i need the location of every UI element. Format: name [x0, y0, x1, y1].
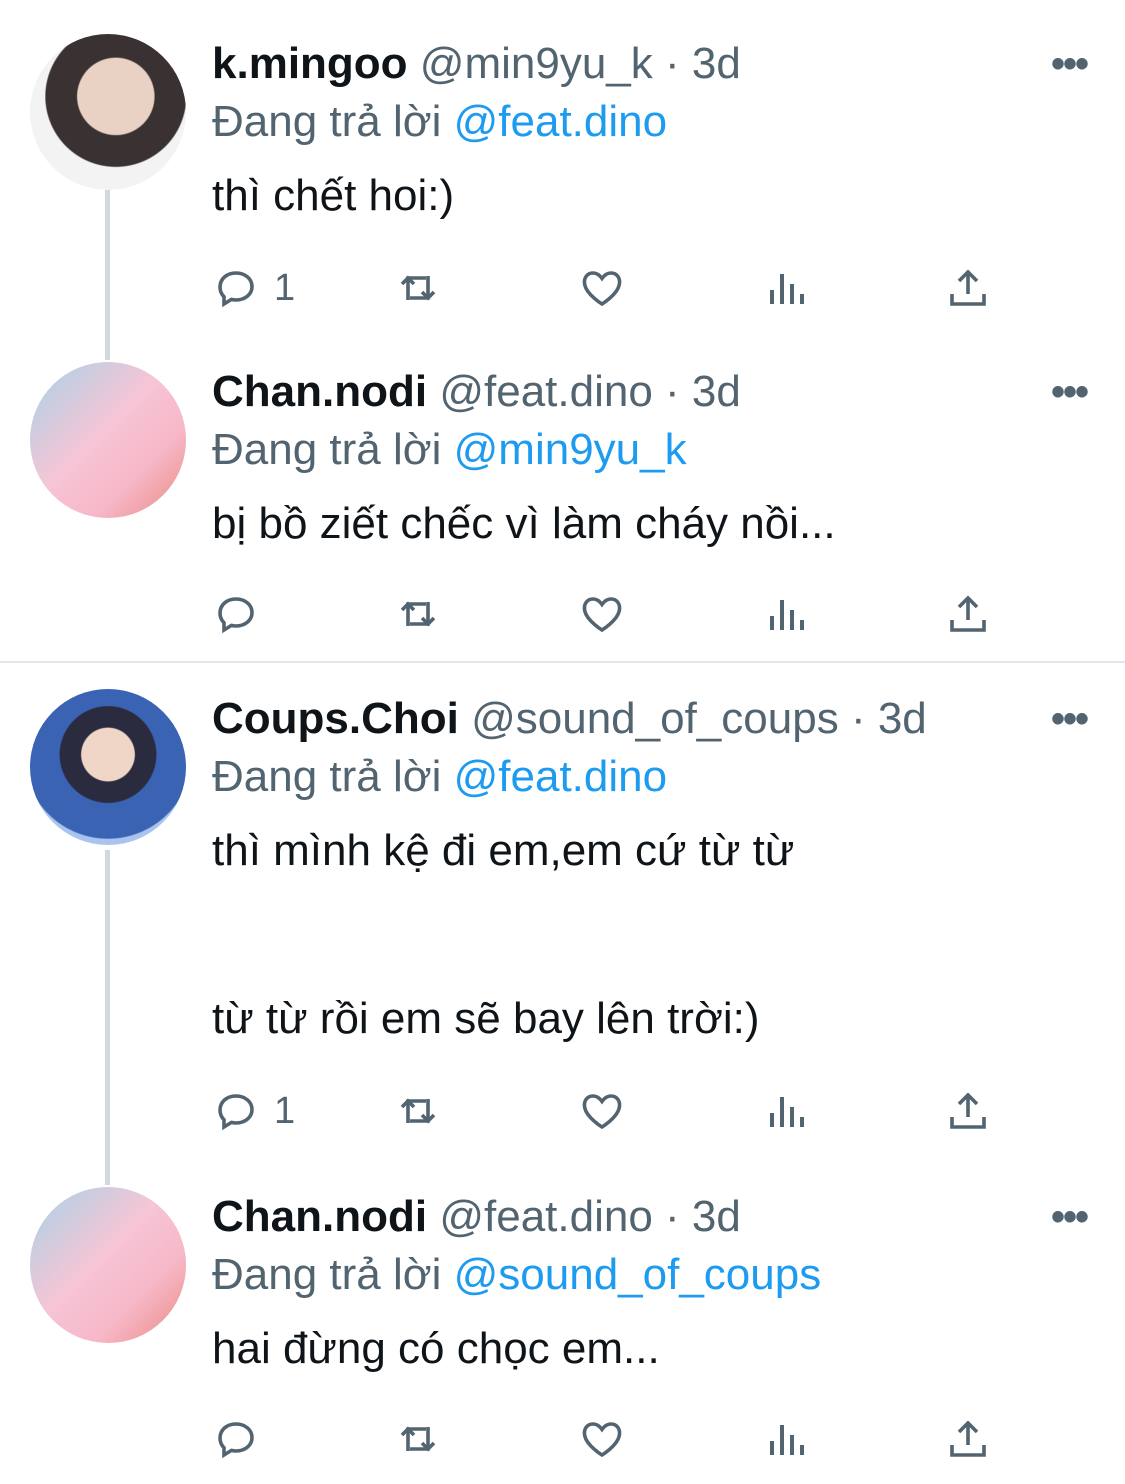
heart-icon — [582, 597, 622, 633]
display-name[interactable]: Coups.Choi — [212, 694, 459, 743]
retweet-icon — [400, 601, 436, 627]
replying-to-label: Đang trả lời — [212, 752, 442, 801]
like-button[interactable] — [578, 258, 626, 318]
separator: · — [665, 1192, 680, 1241]
retweet-button[interactable] — [394, 1081, 442, 1141]
replying-to: Đang trả lời @feat.dino — [212, 96, 667, 148]
avatar[interactable] — [30, 689, 186, 845]
more-icon[interactable]: ••• — [1051, 693, 1089, 745]
reply-icon — [218, 1422, 254, 1459]
views-icon — [770, 1097, 804, 1127]
reply-count: 1 — [274, 266, 296, 309]
retweet-icon — [400, 1098, 436, 1124]
mention-link[interactable]: @feat.dino — [454, 752, 667, 801]
share-button[interactable] — [944, 258, 992, 318]
mention-link[interactable]: @feat.dino — [454, 97, 667, 146]
views-icon — [770, 274, 804, 304]
display-name[interactable]: Chan.nodi — [212, 1192, 427, 1241]
views-icon — [770, 600, 804, 630]
views-button[interactable] — [762, 1409, 810, 1469]
more-icon[interactable]: ••• — [1051, 366, 1089, 418]
reply-button[interactable]: 1 — [212, 1081, 295, 1141]
heart-icon — [582, 271, 622, 307]
mention-link[interactable]: @min9yu_k — [454, 425, 687, 474]
timestamp[interactable]: 3d — [692, 39, 741, 88]
action-bar: 1 — [212, 258, 1012, 318]
views-button[interactable] — [762, 258, 810, 318]
share-icon — [950, 595, 986, 632]
avatar[interactable] — [30, 362, 186, 518]
like-button[interactable] — [578, 1409, 626, 1469]
retweet-button[interactable] — [394, 258, 442, 318]
retweet-button[interactable] — [394, 584, 442, 644]
retweet-icon — [400, 275, 436, 301]
views-button[interactable] — [762, 1081, 810, 1141]
tweet-text: thì mình kệ đi em,em cứ từ từ từ từ rồi … — [212, 826, 795, 1043]
avatar[interactable] — [30, 1187, 186, 1343]
tweet-header: Chan.nodi @feat.dino · 3d — [212, 366, 741, 418]
replying-to-label: Đang trả lời — [212, 97, 442, 146]
heart-icon — [582, 1422, 622, 1458]
share-button[interactable] — [944, 584, 992, 644]
views-icon — [770, 1425, 804, 1455]
reply-icon — [218, 1094, 254, 1131]
mention-link[interactable]: @sound_of_coups — [454, 1250, 822, 1299]
share-button[interactable] — [944, 1081, 992, 1141]
reply-button[interactable] — [212, 1409, 274, 1469]
timestamp[interactable]: 3d — [878, 694, 927, 743]
action-bar — [212, 1409, 1012, 1469]
reply-button[interactable]: 1 — [212, 258, 295, 318]
tweet-header: Coups.Choi @sound_of_coups · 3d — [212, 693, 927, 745]
retweet-icon — [400, 1426, 436, 1452]
reply-button[interactable] — [212, 584, 274, 644]
reply-icon — [218, 271, 254, 308]
display-name[interactable]: Chan.nodi — [212, 367, 427, 416]
timestamp[interactable]: 3d — [692, 367, 741, 416]
reply-count: 1 — [274, 1089, 296, 1132]
tweet[interactable]: Chan.nodi @feat.dino · 3d ••• Đang trả l… — [0, 328, 1125, 663]
retweet-button[interactable] — [394, 1409, 442, 1469]
avatar[interactable] — [30, 34, 186, 190]
handle[interactable]: @min9yu_k — [420, 39, 653, 88]
action-bar — [212, 584, 1012, 644]
more-icon[interactable]: ••• — [1051, 38, 1089, 90]
replying-to: Đang trả lời @sound_of_coups — [212, 1249, 821, 1301]
tweet-header: k.mingoo @min9yu_k · 3d — [212, 38, 741, 90]
like-button[interactable] — [578, 584, 626, 644]
handle[interactable]: @sound_of_coups — [471, 694, 839, 743]
more-icon[interactable]: ••• — [1051, 1191, 1089, 1243]
share-icon — [950, 1420, 986, 1457]
tweet-text: hai đừng có chọc em... — [212, 1324, 660, 1373]
tweet-header: Chan.nodi @feat.dino · 3d — [212, 1191, 741, 1243]
like-button[interactable] — [578, 1081, 626, 1141]
replying-to: Đang trả lời @feat.dino — [212, 751, 667, 803]
tweet-text: thì chết hoi:) — [212, 171, 455, 220]
share-icon — [950, 269, 986, 306]
handle[interactable]: @feat.dino — [439, 1192, 652, 1241]
tweet[interactable]: Chan.nodi @feat.dino · 3d ••• Đang trả l… — [0, 1153, 1125, 1484]
share-button[interactable] — [944, 1409, 992, 1469]
views-button[interactable] — [762, 584, 810, 644]
share-icon — [950, 1092, 986, 1129]
replying-to-label: Đang trả lời — [212, 425, 442, 474]
tweet[interactable]: Coups.Choi @sound_of_coups · 3d ••• Đang… — [0, 655, 1125, 1155]
separator: · — [665, 367, 680, 416]
action-bar: 1 — [212, 1081, 1012, 1141]
tweet-text: bị bồ ziết chếc vì làm cháy nồi... — [212, 499, 836, 548]
tweet[interactable]: k.mingoo @min9yu_k · 3d ••• Đang trả lời… — [0, 0, 1125, 340]
separator: · — [850, 694, 866, 743]
replying-to-label: Đang trả lời — [212, 1250, 442, 1299]
handle[interactable]: @feat.dino — [439, 367, 652, 416]
separator: · — [665, 39, 680, 88]
timestamp[interactable]: 3d — [692, 1192, 741, 1241]
heart-icon — [582, 1094, 622, 1130]
reply-icon — [218, 597, 254, 634]
display-name[interactable]: k.mingoo — [212, 39, 408, 88]
replying-to: Đang trả lời @min9yu_k — [212, 424, 687, 476]
